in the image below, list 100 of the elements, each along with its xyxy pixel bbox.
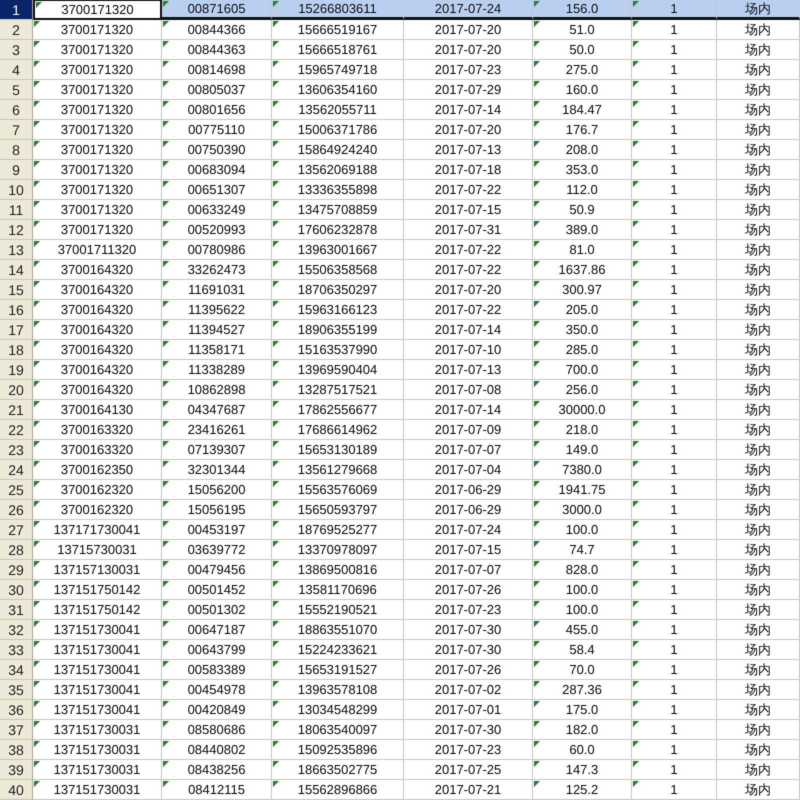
table-cell: 场内 [745,542,771,558]
table-cell: 2017-07-21 [434,782,502,798]
table-cell: 08580686 [188,722,246,738]
row-header[interactable]: 35 [0,680,33,700]
row-header[interactable]: 5 [0,80,33,100]
row-header[interactable]: 7 [0,120,33,140]
row-header[interactable]: 9 [0,160,33,180]
row-header[interactable]: 21 [0,400,33,420]
row-header[interactable]: 37 [0,720,33,740]
table-cell: 1 [670,642,678,658]
table-cell: 1 [670,522,678,538]
table-cell: 00479456 [188,562,246,578]
table-cell: 2017-07-01 [434,702,502,718]
table-cell: 18906355199 [298,322,378,338]
table-cell: 218.0 [566,422,598,438]
row-header[interactable]: 39 [0,760,33,780]
row-header[interactable]: 31 [0,600,33,620]
row-header[interactable]: 13 [0,240,33,260]
table-cell: 1 [670,682,678,698]
table-cell: 18706350297 [298,282,378,298]
row-header[interactable]: 2 [0,20,33,40]
row-header[interactable]: 11 [0,200,33,220]
table-cell: 2017-07-22 [434,182,502,198]
table-cell: 137171730041 [54,522,140,538]
row-header[interactable]: 32 [0,620,33,640]
table-cell: 场内 [745,182,771,198]
table-cell: 11691031 [188,282,245,298]
row-header[interactable]: 17 [0,320,33,340]
table-cell: 137157130031 [54,562,140,578]
row-header[interactable]: 12 [0,220,33,240]
table-cell: 15006371786 [298,122,378,138]
row-header[interactable]: 24 [0,460,33,480]
table-cell: 场内 [745,262,771,278]
table-cell: 1 [670,422,678,438]
table-cell: 353.0 [566,162,598,178]
table-cell: 1 [670,542,678,558]
table-cell: 3700164320 [60,262,134,278]
row-header[interactable]: 18 [0,340,33,360]
table-cell: 15963166123 [298,302,378,318]
table-cell: 00454978 [188,682,246,698]
row-header[interactable]: 40 [0,780,33,800]
table-cell: 00501302 [188,602,246,618]
row-header[interactable]: 34 [0,660,33,680]
table-cell: 74.7 [569,542,595,558]
row-header[interactable]: 29 [0,560,33,580]
table-cell: 147.3 [566,762,598,778]
table-cell: 300.97 [562,282,602,298]
table-cell: 13562055711 [298,102,377,118]
row-header[interactable]: 26 [0,500,33,520]
row-header[interactable]: 6 [0,100,33,120]
table-cell: 2017-07-23 [434,742,502,758]
row-header[interactable]: 25 [0,480,33,500]
table-cell: 场内 [745,582,771,598]
row-header[interactable]: 20 [0,380,33,400]
table-cell: 1 [670,462,678,478]
row-header[interactable]: 23 [0,440,33,460]
table-cell: 350.0 [566,322,598,338]
table-cell: 场内 [745,322,771,338]
table-cell: 2017-07-20 [434,22,502,38]
table-cell: 15864924240 [298,142,378,158]
row-header[interactable]: 16 [0,300,33,320]
row-header[interactable]: 19 [0,360,33,380]
row-header[interactable]: 1 [0,0,33,20]
table-cell: 37001711320 [58,242,136,258]
table-cell: 场内 [745,22,771,38]
table-cell: 00683094 [188,162,246,178]
table-cell: 3700171320 [60,102,134,118]
table-cell: 1 [670,402,678,418]
row-header[interactable]: 22 [0,420,33,440]
table-cell: 13869500816 [298,562,378,578]
row-header[interactable]: 38 [0,740,33,760]
row-header[interactable]: 36 [0,700,33,720]
table-cell: 149.0 [566,442,598,458]
table-cell: 275.0 [566,62,598,78]
table-cell: 18863551070 [298,622,378,638]
row-header[interactable]: 8 [0,140,33,160]
table-cell: 1 [670,582,678,598]
row-header[interactable]: 28 [0,540,33,560]
table-cell: 场内 [745,722,771,738]
row-header[interactable]: 15 [0,280,33,300]
table-cell: 场内 [745,442,771,458]
table-cell: 场内 [745,762,771,778]
table-cell: 15056195 [188,502,246,518]
table-cell: 2017-07-30 [434,642,502,658]
table-cell: 1 [670,182,678,198]
row-header[interactable]: 33 [0,640,33,660]
row-header[interactable]: 30 [0,580,33,600]
table-cell: 13475708859 [298,202,378,218]
table-cell: 场内 [745,82,771,98]
row-header[interactable]: 4 [0,60,33,80]
row-header[interactable]: 14 [0,260,33,280]
table-cell: 00583389 [188,662,246,678]
row-header[interactable]: 10 [0,180,33,200]
table-cell: 场内 [745,222,771,238]
table-cell: 3700164320 [60,362,134,378]
table-cell: 18663502775 [298,762,378,778]
table-cell: 1941.75 [558,482,606,498]
row-header[interactable]: 3 [0,40,33,60]
row-header[interactable]: 27 [0,520,33,540]
table-cell: 15666519167 [298,22,378,38]
